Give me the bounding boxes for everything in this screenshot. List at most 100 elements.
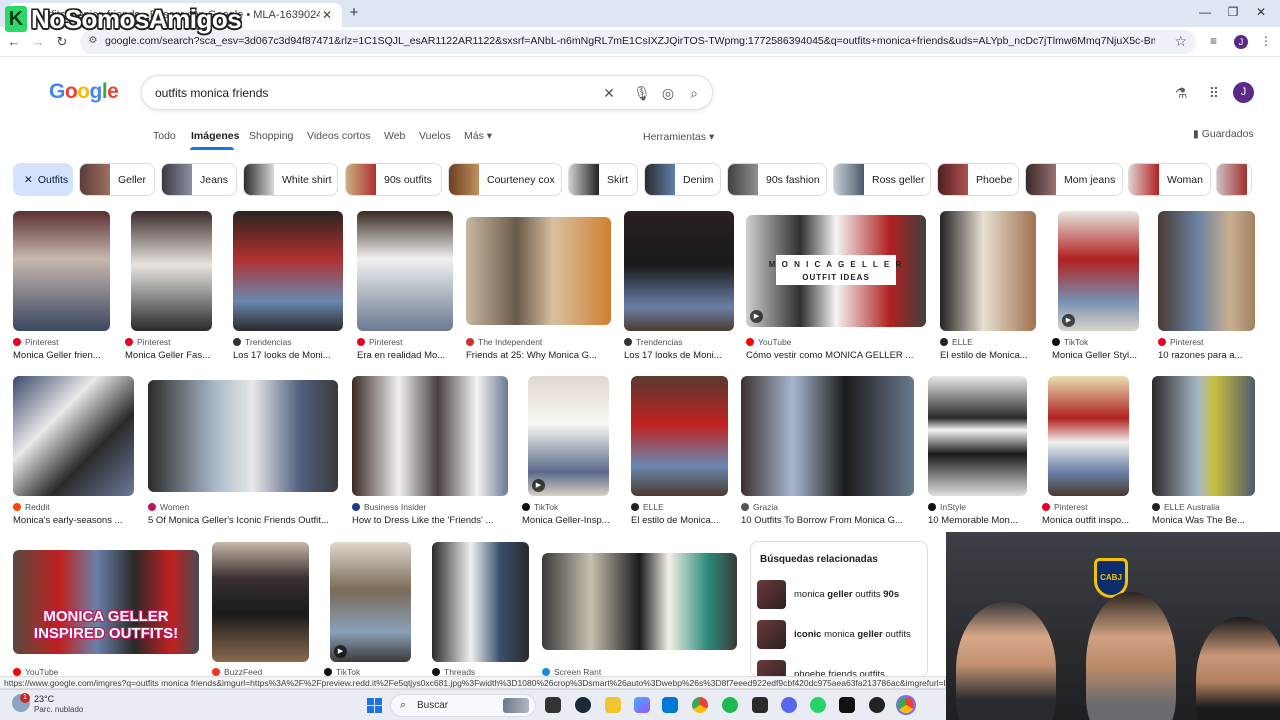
- search-box[interactable]: outfits monica friends ✕ 🎙 ◎ ⌕: [141, 75, 713, 110]
- chip-white-shirt[interactable]: White shirt: [243, 163, 338, 196]
- bookmark-star-icon[interactable]: ☆: [1174, 33, 1187, 50]
- result-title[interactable]: El estilo de Monica...: [940, 350, 1036, 361]
- site-info-icon[interactable]: ⚙: [87, 35, 99, 47]
- result-thumbnail[interactable]: [542, 553, 737, 650]
- task-view-icon[interactable]: [545, 697, 561, 713]
- result-thumbnail[interactable]: M O N I C A G E L L E R OUTFIT IDEAS ▶: [746, 215, 926, 327]
- result-thumbnail[interactable]: [940, 211, 1036, 331]
- result-thumbnail[interactable]: [928, 376, 1027, 496]
- result-thumbnail[interactable]: [1152, 376, 1255, 496]
- search-icon[interactable]: ⌕: [685, 84, 703, 102]
- steam-icon[interactable]: [575, 697, 591, 713]
- result-title[interactable]: Monica outfit inspo...: [1042, 515, 1138, 526]
- result-title[interactable]: 5 Of Monica Geller's Iconic Friends Outf…: [148, 515, 338, 526]
- result-title[interactable]: Monica Geller Styl...: [1052, 350, 1148, 361]
- tab-web[interactable]: Web: [384, 130, 405, 142]
- clear-icon[interactable]: ✕: [600, 84, 618, 102]
- search-input[interactable]: outfits monica friends: [155, 86, 268, 100]
- result-thumbnail[interactable]: [741, 376, 914, 496]
- chrome-profile-icon[interactable]: [898, 697, 914, 713]
- result-thumbnail[interactable]: [233, 211, 343, 331]
- result-thumbnail[interactable]: [13, 211, 110, 331]
- close-icon[interactable]: ✕: [320, 8, 334, 22]
- reload-icon[interactable]: ↻: [54, 33, 70, 51]
- close-icon[interactable]: ✕: [24, 174, 33, 186]
- chip-denim[interactable]: Denim: [644, 163, 721, 196]
- result-thumbnail[interactable]: [1048, 376, 1129, 496]
- result-title[interactable]: Los 17 looks de Moni...: [624, 350, 734, 361]
- obs-icon[interactable]: [839, 697, 855, 713]
- copilot-icon[interactable]: [634, 697, 650, 713]
- whatsapp-icon[interactable]: [810, 697, 826, 713]
- window-close-icon[interactable]: ✕: [1252, 5, 1270, 19]
- result-thumbnail[interactable]: [352, 376, 508, 496]
- result-title[interactable]: Monica Geller frien...: [13, 350, 110, 361]
- chip-ross-geller[interactable]: Ross geller: [833, 163, 931, 196]
- result-thumbnail[interactable]: [432, 542, 529, 662]
- tab-shopping[interactable]: Shopping: [249, 130, 293, 142]
- related-item[interactable]: monica geller outfits 90s: [757, 579, 899, 609]
- chip-more[interactable]: [1216, 163, 1252, 196]
- tab-vuelos[interactable]: Vuelos: [419, 130, 451, 142]
- result-title[interactable]: 10 Memorable Mon...: [928, 515, 1027, 526]
- result-title[interactable]: How to Dress Like the 'Friends' ...: [352, 515, 508, 526]
- google-logo[interactable]: Google: [49, 80, 119, 104]
- tab-imagenes[interactable]: Imágenes: [191, 130, 239, 142]
- result-thumbnail[interactable]: ▶: [330, 542, 411, 662]
- app-icon[interactable]: [869, 697, 885, 713]
- address-bar[interactable]: ⚙ google.com/search?sca_esv=3d067c3d94f8…: [80, 30, 1196, 54]
- back-icon[interactable]: ←: [6, 33, 22, 51]
- result-thumbnail[interactable]: [212, 542, 309, 662]
- result-thumbnail[interactable]: [631, 376, 728, 496]
- chip-mom-jeans[interactable]: Mom jeans: [1025, 163, 1123, 196]
- result-title[interactable]: Era en realidad Mo...: [357, 350, 453, 361]
- windows-start-icon[interactable]: [367, 698, 382, 713]
- result-title[interactable]: Monica Geller-Insp...: [522, 515, 618, 526]
- result-title[interactable]: Cómo vestir como MONICA GELLER ...: [746, 350, 926, 361]
- chip-geller[interactable]: Geller: [79, 163, 155, 196]
- forward-icon[interactable]: →: [30, 33, 46, 51]
- chip-skirt[interactable]: Skirt: [568, 163, 638, 196]
- chip-90s-fashion[interactable]: 90s fashion: [727, 163, 827, 196]
- result-title[interactable]: Friends at 25: Why Monica G...: [466, 350, 611, 361]
- spotify-icon[interactable]: [722, 697, 738, 713]
- lens-camera-icon[interactable]: ◎: [659, 84, 677, 102]
- result-title[interactable]: Los 17 looks de Moni...: [233, 350, 343, 361]
- microphone-icon[interactable]: 🎙: [633, 84, 651, 102]
- related-item[interactable]: iconic monica geller outfits: [757, 619, 911, 649]
- taskbar-search[interactable]: ⌕ Buscar: [390, 694, 536, 717]
- result-title[interactable]: Monica Was The Be...: [1152, 515, 1255, 526]
- result-title[interactable]: Monica's early-seasons ...: [13, 515, 134, 526]
- result-thumbnail[interactable]: [357, 211, 453, 331]
- result-title[interactable]: Monica Geller Fas...: [125, 350, 223, 361]
- maximize-icon[interactable]: ❐: [1224, 5, 1242, 19]
- discord-icon[interactable]: [781, 697, 797, 713]
- tab-todo[interactable]: Todo: [153, 130, 176, 142]
- chip-jeans[interactable]: Jeans: [161, 163, 237, 196]
- account-avatar[interactable]: J: [1233, 82, 1254, 103]
- chip-courteney-cox[interactable]: Courteney cox: [448, 163, 562, 196]
- menu-dots-icon[interactable]: ⋮: [1260, 34, 1272, 48]
- saved-button[interactable]: ▮ Guardados: [1193, 128, 1254, 140]
- chip-90s-outfits[interactable]: 90s outfits: [345, 163, 442, 196]
- chip-woman[interactable]: Woman: [1128, 163, 1211, 196]
- terminal-icon[interactable]: [752, 697, 768, 713]
- minimize-icon[interactable]: —: [1196, 5, 1214, 19]
- result-thumbnail[interactable]: [13, 376, 134, 496]
- browser-profile-avatar[interactable]: J: [1234, 35, 1248, 49]
- apps-grid-icon[interactable]: ⠿: [1205, 84, 1223, 102]
- result-thumbnail[interactable]: [1158, 211, 1255, 331]
- result-title[interactable]: El estilo de Monica...: [631, 515, 728, 526]
- result-thumbnail[interactable]: [131, 211, 212, 331]
- result-thumbnail[interactable]: [466, 217, 611, 325]
- related-item[interactable]: phoebe friends outfits: [757, 659, 885, 676]
- tab-videos-cortos[interactable]: Videos cortos: [307, 130, 370, 142]
- chrome-icon[interactable]: [692, 697, 708, 713]
- labs-flask-icon[interactable]: ⚗: [1172, 84, 1190, 102]
- result-thumbnail[interactable]: [624, 211, 734, 331]
- result-title[interactable]: 10 Outfits To Borrow From Monica G...: [741, 515, 914, 526]
- result-title[interactable]: 10 razones para a...: [1158, 350, 1255, 361]
- result-thumbnail[interactable]: ▶: [528, 376, 609, 496]
- store-icon[interactable]: [662, 697, 678, 713]
- chip-phoebe[interactable]: Phoebe: [937, 163, 1019, 196]
